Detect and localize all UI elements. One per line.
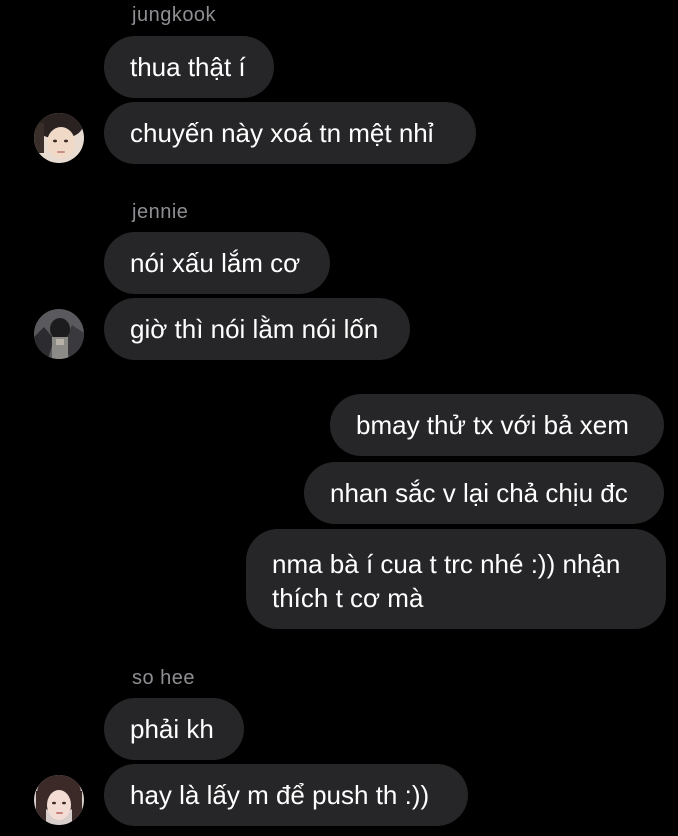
message-bubble[interactable]: hay là lấy m để push th :)) [104, 764, 468, 826]
sender-name-jungkook: jungkook [132, 4, 217, 26]
message-text: chuyến này xoá tn mệt nhỉ [130, 118, 434, 148]
message-bubble[interactable]: phải kh [104, 698, 244, 760]
message-text: nhan sắc v lại chả chịu đc [330, 478, 628, 508]
message-text: hay là lấy m để push th :)) [130, 780, 430, 810]
message-text: thua thật í [130, 52, 246, 82]
message-text: bmay thử tx với bả xem [356, 410, 629, 440]
message-text: nói xấu lắm cơ [130, 248, 301, 278]
message-bubble[interactable]: nói xấu lắm cơ [104, 232, 330, 294]
message-bubble[interactable]: giờ thì nói lằm nói lốn [104, 298, 410, 360]
outgoing-message-bubble[interactable]: nma bà í cua t trc nhé :)) nhận thích t … [246, 529, 666, 629]
message-bubble[interactable]: chuyến này xoá tn mệt nhỉ [104, 102, 476, 164]
outgoing-message-bubble[interactable]: bmay thử tx với bả xem [330, 394, 664, 456]
sender-name-so-hee: so hee [132, 667, 196, 689]
avatar-jungkook[interactable] [34, 113, 84, 163]
sender-name-jennie: jennie [132, 201, 189, 223]
avatar-photo-icon [34, 775, 84, 825]
outgoing-message-bubble[interactable]: nhan sắc v lại chả chịu đc [304, 462, 664, 524]
message-text: phải kh [130, 714, 214, 744]
avatar-photo-icon [34, 113, 84, 163]
chat-thread: jungkook thua thật í chuyến này xoá tn m… [0, 0, 678, 836]
avatar-photo-icon [34, 309, 84, 359]
avatar-jennie[interactable] [34, 309, 84, 359]
message-bubble[interactable]: thua thật í [104, 36, 274, 98]
message-text: giờ thì nói lằm nói lốn [130, 314, 379, 344]
avatar-so-hee[interactable] [34, 775, 84, 825]
message-text: nma bà í cua t trc nhé :)) nhận thích t … [272, 549, 621, 613]
